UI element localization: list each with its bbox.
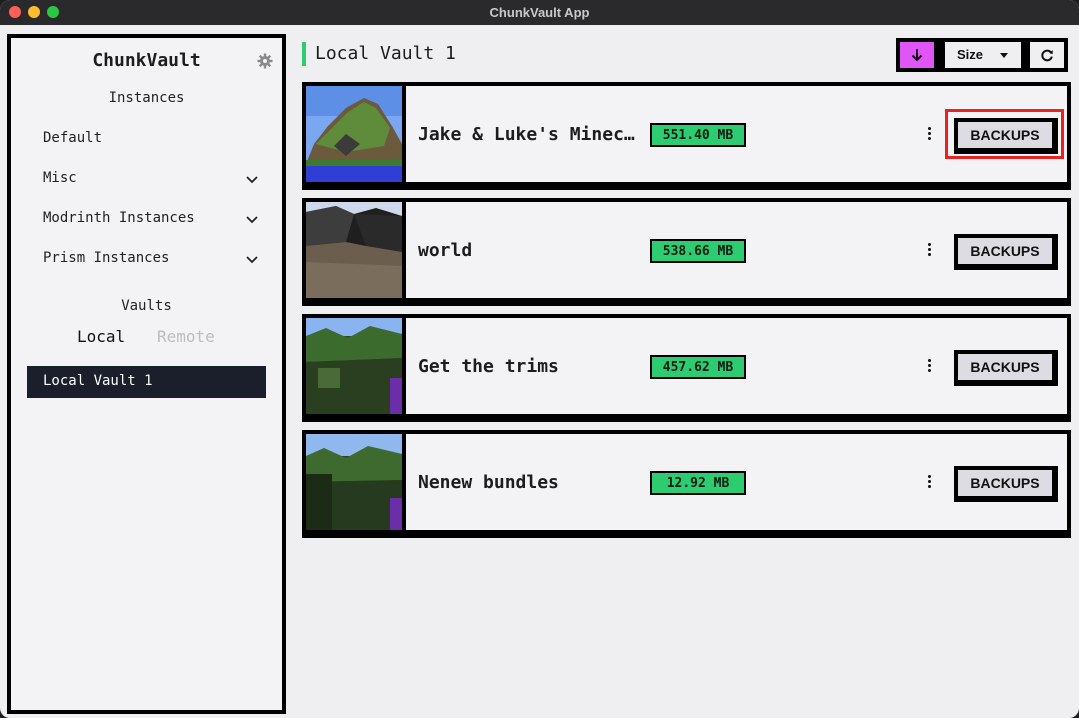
highlight-box bbox=[945, 109, 1064, 159]
sidebar-item-label: Default bbox=[43, 130, 103, 146]
window-title: ChunkVault App bbox=[489, 5, 590, 20]
world-details: Nenew bundles 12.92 MB BACKUPS bbox=[406, 434, 1067, 530]
vaults-heading: Vaults bbox=[121, 298, 172, 314]
sidebar: ChunkVault Instances Default Misc Modrin… bbox=[7, 34, 286, 714]
sidebar-item-default[interactable]: Default bbox=[43, 130, 263, 152]
refresh-button[interactable] bbox=[1030, 42, 1064, 68]
arrow-down-icon bbox=[911, 49, 923, 62]
world-details: Get the trims 457.62 MB BACKUPS bbox=[406, 318, 1067, 414]
backups-button-label: BACKUPS bbox=[958, 238, 1052, 264]
world-name: Get the trims bbox=[418, 356, 559, 377]
size-badge: 12.92 MB bbox=[650, 471, 746, 495]
sidebar-item-label: Modrinth Instances bbox=[43, 210, 195, 226]
world-name: Jake & Luke's Minec… bbox=[418, 124, 635, 145]
sort-field-label: Size bbox=[957, 47, 984, 62]
instances-heading: Instances bbox=[108, 90, 185, 106]
app-window: ChunkVault App ChunkVault Instances Defa… bbox=[0, 0, 1079, 718]
world-thumbnail bbox=[306, 86, 402, 182]
world-thumbnail bbox=[306, 318, 402, 414]
world-name: Nenew bundles bbox=[418, 472, 559, 493]
page-title: Local Vault 1 bbox=[315, 43, 456, 64]
more-options-icon[interactable] bbox=[926, 126, 934, 142]
refresh-icon bbox=[1041, 49, 1053, 62]
world-card: Get the trims 457.62 MB BACKUPS bbox=[302, 314, 1071, 422]
world-name: world bbox=[418, 240, 473, 261]
chevron-down-icon[interactable] bbox=[245, 212, 259, 226]
sort-direction-button[interactable] bbox=[900, 42, 934, 68]
world-thumbnail bbox=[306, 202, 402, 298]
size-badge: 538.66 MB bbox=[650, 239, 746, 263]
size-badge: 457.62 MB bbox=[650, 355, 746, 379]
more-options-icon[interactable] bbox=[926, 242, 934, 258]
caret-down-icon bbox=[1000, 53, 1008, 58]
vault-tabs: Local Remote bbox=[11, 327, 282, 349]
backups-button[interactable]: BACKUPS bbox=[954, 234, 1058, 270]
title-bar: ChunkVault App bbox=[0, 0, 1079, 25]
sidebar-item-modrinth-instances[interactable]: Modrinth Instances bbox=[43, 210, 263, 232]
title-accent-bar bbox=[302, 42, 306, 66]
more-options-icon[interactable] bbox=[926, 358, 934, 374]
chevron-down-icon[interactable] bbox=[245, 172, 259, 186]
tab-remote[interactable]: Remote bbox=[157, 327, 215, 346]
app-brand: ChunkVault bbox=[92, 50, 201, 71]
world-details: world 538.66 MB BACKUPS bbox=[406, 202, 1067, 298]
sidebar-item-label: Misc bbox=[43, 170, 77, 186]
world-card: Nenew bundles 12.92 MB BACKUPS bbox=[302, 430, 1071, 538]
sidebar-item-prism-instances[interactable]: Prism Instances bbox=[43, 250, 263, 272]
world-card: world 538.66 MB BACKUPS bbox=[302, 198, 1071, 306]
sidebar-item-label: Prism Instances bbox=[43, 250, 170, 266]
gear-icon[interactable] bbox=[257, 53, 273, 69]
backups-button-label: BACKUPS bbox=[958, 354, 1052, 380]
backups-button[interactable]: BACKUPS bbox=[954, 466, 1058, 502]
sort-toolbar: Size bbox=[896, 38, 1068, 72]
tab-local[interactable]: Local bbox=[77, 327, 125, 346]
backups-button-label: BACKUPS bbox=[958, 470, 1052, 496]
sidebar-item-misc[interactable]: Misc bbox=[43, 170, 263, 192]
backups-button[interactable]: BACKUPS bbox=[954, 350, 1058, 386]
size-badge: 551.40 MB bbox=[650, 123, 746, 147]
sidebar-vault-local-vault-1[interactable]: Local Vault 1 bbox=[27, 366, 266, 398]
more-options-icon[interactable] bbox=[926, 474, 934, 490]
chevron-down-icon[interactable] bbox=[245, 252, 259, 266]
world-thumbnail bbox=[306, 434, 402, 530]
sort-field-dropdown[interactable]: Size bbox=[945, 42, 1021, 68]
